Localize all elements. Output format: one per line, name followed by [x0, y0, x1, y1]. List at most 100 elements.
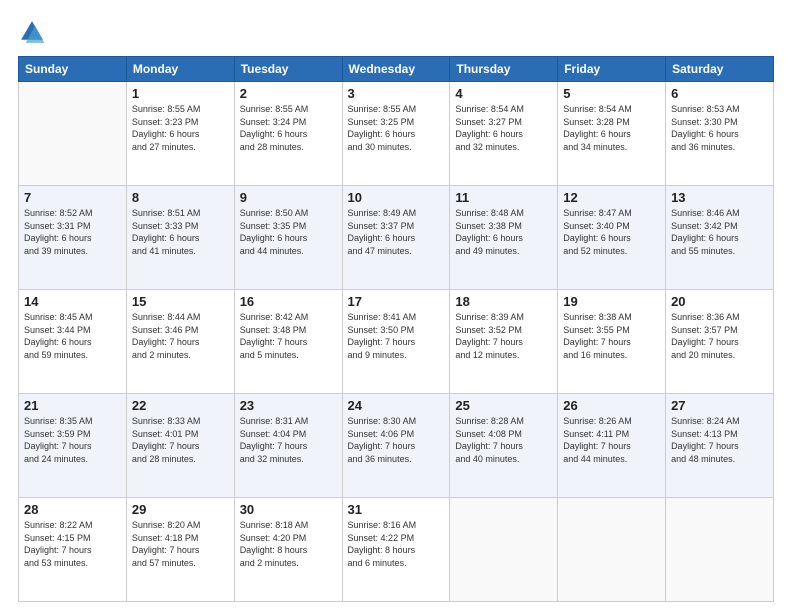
- calendar-week-row: 1 Sunrise: 8:55 AM Sunset: 3:23 PM Daylig…: [19, 82, 774, 186]
- day-number: 15: [132, 294, 229, 309]
- calendar-day-cell: 21 Sunrise: 8:35 AM Sunset: 3:59 PM Dayli…: [19, 394, 127, 498]
- day-number: 13: [671, 190, 768, 205]
- day-info: Sunrise: 8:49 AM Sunset: 3:37 PM Dayligh…: [348, 207, 445, 257]
- day-number: 22: [132, 398, 229, 413]
- calendar-day-cell: [558, 498, 666, 602]
- calendar-day-cell: 2 Sunrise: 8:55 AM Sunset: 3:24 PM Daylig…: [234, 82, 342, 186]
- logo-icon: [18, 18, 46, 46]
- calendar-day-cell: 19 Sunrise: 8:38 AM Sunset: 3:55 PM Dayli…: [558, 290, 666, 394]
- day-number: 12: [563, 190, 660, 205]
- day-number: 25: [455, 398, 552, 413]
- calendar-day-cell: 16 Sunrise: 8:42 AM Sunset: 3:48 PM Dayli…: [234, 290, 342, 394]
- calendar-day-cell: 29 Sunrise: 8:20 AM Sunset: 4:18 PM Dayli…: [126, 498, 234, 602]
- weekday-header: Monday: [126, 57, 234, 82]
- weekday-header: Sunday: [19, 57, 127, 82]
- weekday-header: Friday: [558, 57, 666, 82]
- calendar-day-cell: 20 Sunrise: 8:36 AM Sunset: 3:57 PM Dayli…: [666, 290, 774, 394]
- day-info: Sunrise: 8:24 AM Sunset: 4:13 PM Dayligh…: [671, 415, 768, 465]
- day-number: 16: [240, 294, 337, 309]
- calendar-day-cell: 4 Sunrise: 8:54 AM Sunset: 3:27 PM Daylig…: [450, 82, 558, 186]
- day-info: Sunrise: 8:33 AM Sunset: 4:01 PM Dayligh…: [132, 415, 229, 465]
- day-info: Sunrise: 8:54 AM Sunset: 3:28 PM Dayligh…: [563, 103, 660, 153]
- day-number: 10: [348, 190, 445, 205]
- day-number: 7: [24, 190, 121, 205]
- day-number: 3: [348, 86, 445, 101]
- day-info: Sunrise: 8:45 AM Sunset: 3:44 PM Dayligh…: [24, 311, 121, 361]
- day-number: 11: [455, 190, 552, 205]
- day-info: Sunrise: 8:53 AM Sunset: 3:30 PM Dayligh…: [671, 103, 768, 153]
- day-number: 6: [671, 86, 768, 101]
- calendar-day-cell: 7Sunrise: 8:52 AM Sunset: 3:31 PM Daylig…: [19, 186, 127, 290]
- day-info: Sunrise: 8:51 AM Sunset: 3:33 PM Dayligh…: [132, 207, 229, 257]
- day-number: 5: [563, 86, 660, 101]
- day-info: Sunrise: 8:35 AM Sunset: 3:59 PM Dayligh…: [24, 415, 121, 465]
- calendar-header-row: SundayMondayTuesdayWednesdayThursdayFrid…: [19, 57, 774, 82]
- calendar-day-cell: 17 Sunrise: 8:41 AM Sunset: 3:50 PM Dayli…: [342, 290, 450, 394]
- calendar-day-cell: 10 Sunrise: 8:49 AM Sunset: 3:37 PM Dayli…: [342, 186, 450, 290]
- day-number: 17: [348, 294, 445, 309]
- calendar-day-cell: 22 Sunrise: 8:33 AM Sunset: 4:01 PM Dayli…: [126, 394, 234, 498]
- day-info: Sunrise: 8:39 AM Sunset: 3:52 PM Dayligh…: [455, 311, 552, 361]
- calendar-day-cell: 31Sunrise: 8:16 AM Sunset: 4:22 PM Dayli…: [342, 498, 450, 602]
- logo: [18, 18, 50, 46]
- weekday-header: Wednesday: [342, 57, 450, 82]
- calendar-day-cell: 6 Sunrise: 8:53 AM Sunset: 3:30 PM Daylig…: [666, 82, 774, 186]
- day-info: Sunrise: 8:36 AM Sunset: 3:57 PM Dayligh…: [671, 311, 768, 361]
- day-number: 14: [24, 294, 121, 309]
- day-info: Sunrise: 8:50 AM Sunset: 3:35 PM Dayligh…: [240, 207, 337, 257]
- calendar-day-cell: 18 Sunrise: 8:39 AM Sunset: 3:52 PM Dayli…: [450, 290, 558, 394]
- day-info: Sunrise: 8:42 AM Sunset: 3:48 PM Dayligh…: [240, 311, 337, 361]
- calendar-day-cell: 12 Sunrise: 8:47 AM Sunset: 3:40 PM Dayli…: [558, 186, 666, 290]
- calendar-day-cell: 30Sunrise: 8:18 AM Sunset: 4:20 PM Dayli…: [234, 498, 342, 602]
- day-number: 29: [132, 502, 229, 517]
- day-number: 8: [132, 190, 229, 205]
- weekday-header: Thursday: [450, 57, 558, 82]
- calendar-day-cell: 9 Sunrise: 8:50 AM Sunset: 3:35 PM Daylig…: [234, 186, 342, 290]
- day-info: Sunrise: 8:18 AM Sunset: 4:20 PM Dayligh…: [240, 519, 337, 569]
- calendar-week-row: 28 Sunrise: 8:22 AM Sunset: 4:15 PM Dayli…: [19, 498, 774, 602]
- day-number: 18: [455, 294, 552, 309]
- calendar-day-cell: 28 Sunrise: 8:22 AM Sunset: 4:15 PM Dayli…: [19, 498, 127, 602]
- day-info: Sunrise: 8:55 AM Sunset: 3:24 PM Dayligh…: [240, 103, 337, 153]
- day-info: Sunrise: 8:44 AM Sunset: 3:46 PM Dayligh…: [132, 311, 229, 361]
- day-info: Sunrise: 8:38 AM Sunset: 3:55 PM Dayligh…: [563, 311, 660, 361]
- day-number: 1: [132, 86, 229, 101]
- day-info: Sunrise: 8:22 AM Sunset: 4:15 PM Dayligh…: [24, 519, 121, 569]
- day-info: Sunrise: 8:41 AM Sunset: 3:50 PM Dayligh…: [348, 311, 445, 361]
- weekday-header: Saturday: [666, 57, 774, 82]
- calendar-day-cell: 24Sunrise: 8:30 AM Sunset: 4:06 PM Dayli…: [342, 394, 450, 498]
- day-number: 9: [240, 190, 337, 205]
- day-info: Sunrise: 8:54 AM Sunset: 3:27 PM Dayligh…: [455, 103, 552, 153]
- calendar-day-cell: 1 Sunrise: 8:55 AM Sunset: 3:23 PM Daylig…: [126, 82, 234, 186]
- calendar-day-cell: 11Sunrise: 8:48 AM Sunset: 3:38 PM Dayli…: [450, 186, 558, 290]
- day-info: Sunrise: 8:20 AM Sunset: 4:18 PM Dayligh…: [132, 519, 229, 569]
- day-info: Sunrise: 8:31 AM Sunset: 4:04 PM Dayligh…: [240, 415, 337, 465]
- day-number: 4: [455, 86, 552, 101]
- day-number: 20: [671, 294, 768, 309]
- calendar-week-row: 7Sunrise: 8:52 AM Sunset: 3:31 PM Daylig…: [19, 186, 774, 290]
- day-info: Sunrise: 8:28 AM Sunset: 4:08 PM Dayligh…: [455, 415, 552, 465]
- day-number: 2: [240, 86, 337, 101]
- day-info: Sunrise: 8:47 AM Sunset: 3:40 PM Dayligh…: [563, 207, 660, 257]
- page: SundayMondayTuesdayWednesdayThursdayFrid…: [0, 0, 792, 612]
- day-number: 19: [563, 294, 660, 309]
- calendar-day-cell: 15 Sunrise: 8:44 AM Sunset: 3:46 PM Dayli…: [126, 290, 234, 394]
- calendar-day-cell: 25 Sunrise: 8:28 AM Sunset: 4:08 PM Dayli…: [450, 394, 558, 498]
- calendar-day-cell: [450, 498, 558, 602]
- day-number: 26: [563, 398, 660, 413]
- calendar-day-cell: 23 Sunrise: 8:31 AM Sunset: 4:04 PM Dayli…: [234, 394, 342, 498]
- day-number: 27: [671, 398, 768, 413]
- header: [18, 18, 774, 46]
- calendar-day-cell: [19, 82, 127, 186]
- day-number: 21: [24, 398, 121, 413]
- calendar-day-cell: 8 Sunrise: 8:51 AM Sunset: 3:33 PM Daylig…: [126, 186, 234, 290]
- day-number: 28: [24, 502, 121, 517]
- calendar-day-cell: 26Sunrise: 8:26 AM Sunset: 4:11 PM Dayli…: [558, 394, 666, 498]
- calendar-day-cell: 27 Sunrise: 8:24 AM Sunset: 4:13 PM Dayli…: [666, 394, 774, 498]
- calendar-day-cell: 3 Sunrise: 8:55 AM Sunset: 3:25 PM Daylig…: [342, 82, 450, 186]
- day-info: Sunrise: 8:55 AM Sunset: 3:23 PM Dayligh…: [132, 103, 229, 153]
- day-info: Sunrise: 8:55 AM Sunset: 3:25 PM Dayligh…: [348, 103, 445, 153]
- day-number: 23: [240, 398, 337, 413]
- calendar-week-row: 14 Sunrise: 8:45 AM Sunset: 3:44 PM Dayli…: [19, 290, 774, 394]
- weekday-header: Tuesday: [234, 57, 342, 82]
